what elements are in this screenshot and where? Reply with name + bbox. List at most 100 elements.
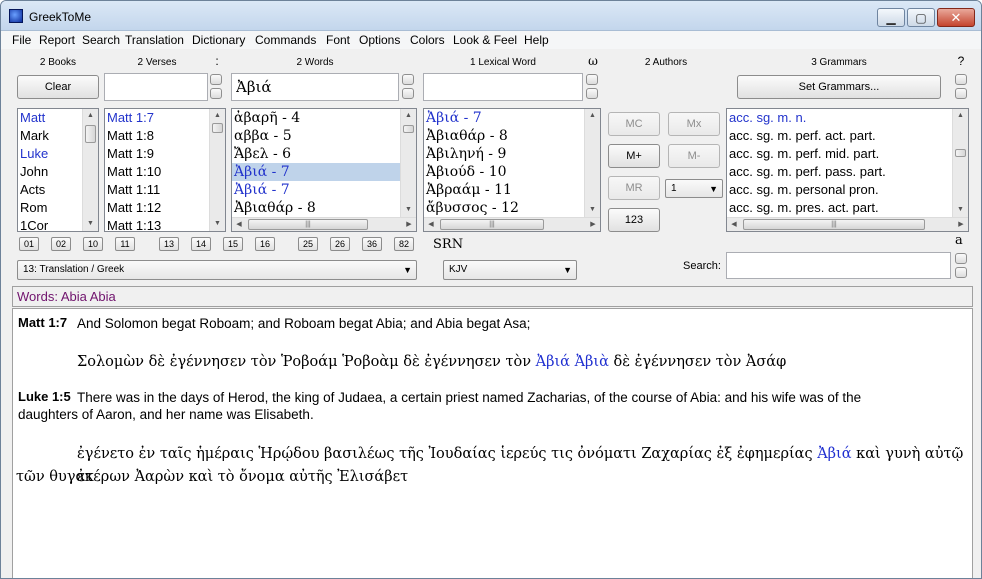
lexical-input-field[interactable]	[424, 74, 582, 100]
menu-search[interactable]: Search	[82, 33, 120, 47]
lexical-vscrollbar[interactable]: ▲ ▼	[584, 109, 600, 217]
verses-down-button[interactable]	[210, 88, 222, 99]
number-123-button[interactable]: 123	[608, 208, 660, 232]
mx-button[interactable]: Mx	[668, 112, 720, 136]
menu-dictionary[interactable]: Dictionary	[192, 33, 245, 47]
words-down-button[interactable]	[402, 88, 414, 99]
verses-input[interactable]	[104, 73, 208, 101]
scroll-thumb[interactable]: |||	[440, 219, 544, 230]
passage-ref[interactable]: Matt 1:7	[18, 315, 67, 330]
scroll-down-icon[interactable]: ▼	[401, 203, 416, 217]
scroll-right-icon[interactable]: ▶	[402, 218, 416, 231]
grammars-vscrollbar[interactable]: ▲ ▼	[952, 109, 968, 217]
greek-highlight[interactable]: Ἀβιά Ἀβιὰ	[536, 354, 609, 370]
scroll-thumb[interactable]	[85, 125, 96, 143]
menu-options[interactable]: Options	[359, 33, 400, 47]
menu-colors[interactable]: Colors	[410, 33, 445, 47]
book-82-button[interactable]: 82	[394, 237, 414, 251]
books-list[interactable]: Matt Mark Luke John Acts Rom 1Cor ▲ ▼	[17, 108, 99, 232]
grammars-up-button[interactable]	[955, 74, 967, 85]
scroll-thumb[interactable]	[955, 149, 966, 157]
search-input-field[interactable]	[727, 253, 950, 278]
lexical-list-item[interactable]: Ἀβραάμ - 11	[424, 181, 586, 199]
book-15-button[interactable]: 15	[223, 237, 243, 251]
scroll-up-icon[interactable]: ▲	[210, 109, 225, 123]
scroll-thumb[interactable]: |||	[248, 219, 368, 230]
close-button[interactable]: ✕	[937, 8, 975, 27]
lexical-list-item[interactable]: ἄβυσσος - 12	[424, 199, 586, 217]
verse-list-item[interactable]: Matt 1:13	[105, 217, 225, 231]
grammar-list-item[interactable]: acc. sg. m. perf. act. part.	[727, 127, 954, 145]
grammar-list-item[interactable]: acc. sg. m. perf. pass. part.	[727, 163, 954, 181]
lexical-hscrollbar[interactable]: ◀ ||| ▶	[424, 217, 600, 231]
verses-up-button[interactable]	[210, 74, 222, 85]
verse-list-item[interactable]: Matt 1:12	[105, 199, 225, 217]
word-list-item[interactable]: Ἀβιαθάρ - 8	[232, 199, 402, 217]
scroll-down-icon[interactable]: ▼	[83, 217, 98, 231]
grammars-hscrollbar[interactable]: ◀ ||| ▶	[727, 217, 968, 231]
clear-button[interactable]: Clear	[17, 75, 99, 99]
m-plus-button[interactable]: M+	[608, 144, 660, 168]
verse-list-item[interactable]: Matt 1:8	[105, 127, 225, 145]
memory-select[interactable]: 1 ▼	[665, 179, 723, 198]
words-input[interactable]	[231, 73, 399, 101]
scroll-up-icon[interactable]: ▲	[401, 109, 416, 123]
scroll-up-icon[interactable]: ▲	[585, 109, 600, 123]
word-list-item[interactable]: ἀβαρῆ - 4	[232, 109, 402, 127]
scroll-left-icon[interactable]: ◀	[727, 218, 741, 231]
version-select[interactable]: KJV ▼	[443, 260, 577, 280]
book-02-button[interactable]: 02	[51, 237, 71, 251]
mc-button[interactable]: MC	[608, 112, 660, 136]
search-down-button[interactable]	[955, 267, 967, 278]
grammar-list-item[interactable]: acc. sg. m. perf. mid. part.	[727, 145, 954, 163]
scroll-down-icon[interactable]: ▼	[210, 217, 225, 231]
verse-list-item[interactable]: Matt 1:9	[105, 145, 225, 163]
search-input[interactable]	[726, 252, 951, 279]
book-14-button[interactable]: 14	[191, 237, 211, 251]
menu-file[interactable]: File	[12, 33, 31, 47]
scroll-up-icon[interactable]: ▲	[83, 109, 98, 123]
lexical-list-item[interactable]: Ἀβιά - 7	[424, 109, 586, 127]
grammar-list-item[interactable]: acc. sg. m. n.	[727, 109, 954, 127]
grammars-down-button[interactable]	[955, 88, 967, 99]
lexical-list[interactable]: Ἀβιά - 7 Ἀβιαθάρ - 8 Ἀβιληνή - 9 Ἀβιούδ - 1…	[423, 108, 601, 232]
words-list[interactable]: ἀβαρῆ - 4 αββα - 5 Ἄβελ - 6 Ἀβιά - 7 Ἀβιά - …	[231, 108, 417, 232]
scroll-thumb[interactable]	[403, 125, 414, 133]
grammar-list-item[interactable]: acc. sg. m. pres. act. part.	[727, 199, 954, 217]
lexical-up-button[interactable]	[586, 74, 598, 85]
search-up-button[interactable]	[955, 253, 967, 264]
book-13-button[interactable]: 13	[159, 237, 179, 251]
lexical-list-item[interactable]: Ἀβιαθάρ - 8	[424, 127, 586, 145]
book-25-button[interactable]: 25	[298, 237, 318, 251]
book-11-button[interactable]: 11	[115, 237, 135, 251]
word-list-item[interactable]: Ἀβιά - 7	[232, 181, 402, 199]
grammars-list[interactable]: acc. sg. m. n. acc. sg. m. perf. act. par…	[726, 108, 969, 232]
menu-font[interactable]: Font	[326, 33, 350, 47]
book-01-button[interactable]: 01	[19, 237, 39, 251]
verses-scrollbar[interactable]: ▲ ▼	[209, 109, 225, 231]
books-scrollbar[interactable]: ▲ ▼	[82, 109, 98, 231]
word-list-item[interactable]: αββα - 5	[232, 127, 402, 145]
words-vscrollbar[interactable]: ▲ ▼	[400, 109, 416, 217]
verses-input-field[interactable]	[105, 74, 207, 100]
menu-look-feel[interactable]: Look & Feel	[453, 33, 517, 47]
scroll-left-icon[interactable]: ◀	[232, 218, 246, 231]
scroll-thumb[interactable]: |||	[743, 219, 925, 230]
book-10-button[interactable]: 10	[83, 237, 103, 251]
scroll-left-icon[interactable]: ◀	[424, 218, 438, 231]
passage-ref[interactable]: Luke 1:5	[18, 389, 71, 404]
menu-help[interactable]: Help	[524, 33, 549, 47]
m-minus-button[interactable]: M-	[668, 144, 720, 168]
book-36-button[interactable]: 36	[362, 237, 382, 251]
lexical-list-item[interactable]: Ἀβιληνή - 9	[424, 145, 586, 163]
verse-list-item[interactable]: Matt 1:11	[105, 181, 225, 199]
words-input-field[interactable]	[232, 74, 398, 100]
menu-translation[interactable]: Translation	[125, 33, 184, 47]
set-grammars-button[interactable]: Set Grammars...	[737, 75, 941, 99]
verse-list-item[interactable]: Matt 1:7	[105, 109, 225, 127]
lexical-input[interactable]	[423, 73, 583, 101]
word-list-item[interactable]: Ἀβιά - 7	[232, 163, 402, 181]
scroll-up-icon[interactable]: ▲	[953, 109, 968, 123]
book-16-button[interactable]: 16	[255, 237, 275, 251]
mr-button[interactable]: MR	[608, 176, 660, 200]
